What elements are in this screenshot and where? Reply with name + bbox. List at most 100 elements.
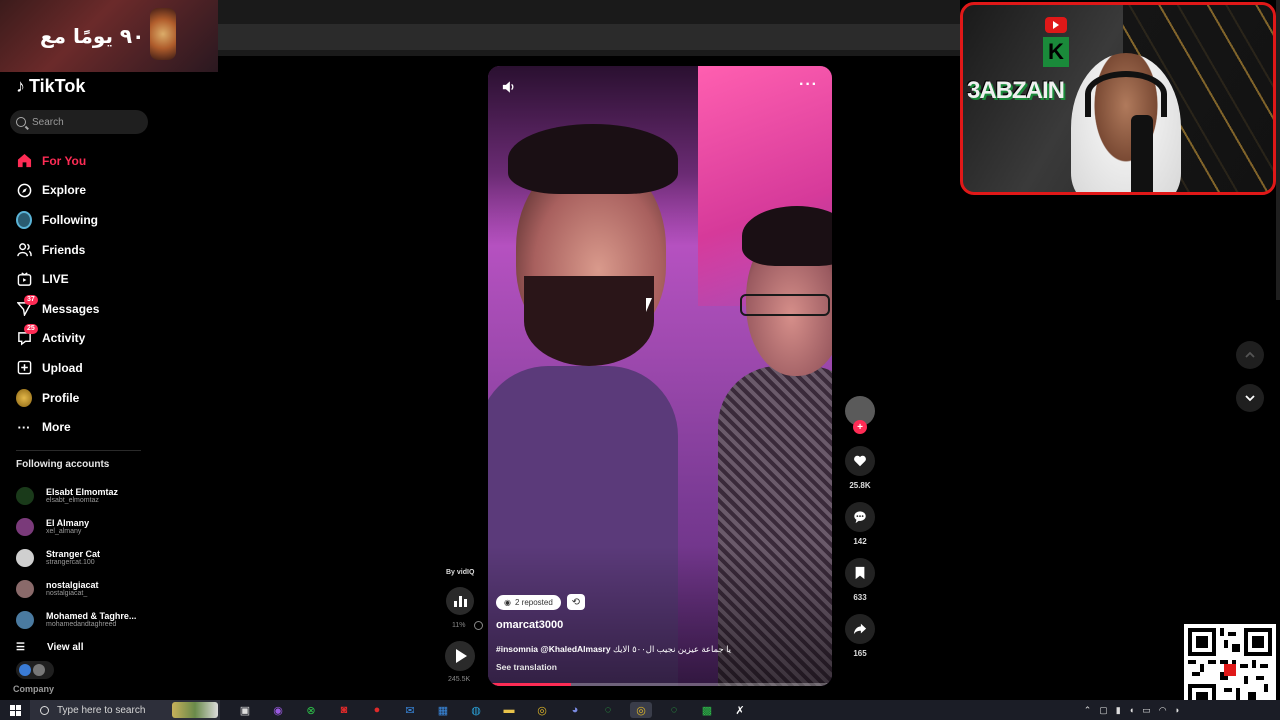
youtube-icon [1045, 17, 1067, 33]
nav-item-friends[interactable]: Friends [0, 235, 160, 265]
task-view-icon[interactable]: ▣ [234, 702, 256, 718]
wifi-icon[interactable]: ◠ [1159, 705, 1167, 716]
app-name: TikTok [29, 76, 86, 96]
mail-icon[interactable]: ✉ [399, 702, 421, 718]
footer-company-link[interactable]: Company [13, 684, 54, 694]
tiktok-logo[interactable]: ♪ TikTok [16, 76, 85, 97]
recorder-icon[interactable]: ◙ [333, 702, 355, 718]
list-item[interactable]: Elsabt Elmomtaz elsabt_elmomtaz [16, 480, 136, 511]
get-app-pill[interactable] [16, 661, 54, 679]
repost-indicator[interactable]: ◉ 2 reposted ⟲ [496, 594, 585, 610]
stream-banner: ٩٠ يومًا مع [0, 0, 218, 72]
speaker-icon[interactable]: ◗ [1175, 705, 1180, 715]
mouse-cursor-icon [646, 298, 652, 312]
next-video-button[interactable] [1236, 384, 1264, 412]
bookmark-icon[interactable] [845, 558, 875, 588]
home-icon [16, 153, 32, 169]
whatsapp-desktop-icon[interactable]: ◌ [663, 702, 685, 718]
nav-divider [16, 449, 141, 451]
list-item[interactable]: Stranger Cat strangercat.100 [16, 542, 136, 573]
page-scrollbar[interactable] [1276, 0, 1280, 300]
friends-icon [16, 242, 32, 258]
caption-tags[interactable]: #insomnia @KhaledAlmasry [496, 644, 611, 654]
file-explorer-icon[interactable]: ▬ [498, 702, 520, 718]
nav-item-following[interactable]: Following [0, 205, 160, 235]
following-accounts-list: Elsabt Elmomtaz elsabt_elmomtaz El Alman… [16, 480, 136, 635]
app-icon [19, 664, 31, 676]
nav-label: More [42, 420, 71, 435]
nav-label: Profile [42, 390, 80, 405]
video-player[interactable]: ··· ◉ 2 reposted ⟲ omarcat3000 #insomnia… [488, 66, 832, 686]
list-item[interactable]: El Almany xel_almany [16, 511, 136, 542]
following-avatar-icon [16, 210, 32, 229]
chrome-icon[interactable]: ◎ [531, 702, 553, 718]
nav-item-activity[interactable]: 25 Activity [0, 324, 160, 354]
nav-item-upload[interactable]: Upload [0, 353, 160, 383]
reposted-pill[interactable]: ◉ 2 reposted [496, 594, 561, 610]
video-progress-bar[interactable] [488, 683, 832, 686]
following-accounts-title: Following accounts [16, 459, 110, 470]
search-box[interactable] [10, 110, 148, 134]
save-action: 633 [845, 558, 875, 602]
microphone-icon[interactable]: ▮ [1116, 705, 1121, 716]
whatsapp-icon[interactable]: ◌ [597, 702, 619, 718]
windows-logo-icon [9, 704, 21, 716]
taskbar-search[interactable]: Type here to search [30, 700, 220, 720]
vidiq-views: 245.5K [448, 676, 471, 683]
messages-icon: 37 [16, 294, 38, 317]
red-app-icon[interactable]: ● [366, 702, 388, 718]
video-frame [740, 294, 830, 316]
follow-plus-icon[interactable]: + [853, 420, 867, 434]
app-purple-icon[interactable]: ◉ [267, 702, 289, 718]
repost-icon[interactable]: ⟲ [566, 594, 585, 610]
creator-avatar[interactable]: + [845, 396, 875, 434]
vidiq-stats-button[interactable] [446, 587, 474, 615]
account-name: Stranger Cat [46, 548, 101, 559]
more-options-icon[interactable]: ··· [799, 76, 818, 94]
see-translation-link[interactable]: See translation [496, 662, 557, 672]
volume-icon[interactable]: ◖ [1129, 705, 1134, 715]
play-button[interactable] [445, 641, 475, 671]
lantern-decoration [150, 8, 176, 60]
comment-icon[interactable] [845, 502, 875, 532]
webcam-overlay: K 3ABZAIN [960, 2, 1276, 195]
chrome-active-icon[interactable]: ◎ [630, 702, 652, 718]
heart-icon[interactable] [845, 446, 875, 476]
streamer-brand: 3ABZAIN [967, 77, 1065, 104]
battery-icon[interactable]: ▭ [1142, 705, 1151, 716]
xbox-icon[interactable]: ⊗ [300, 702, 322, 718]
nav-label: Upload [42, 360, 83, 375]
capcut-icon[interactable]: ✗ [729, 702, 751, 718]
taskbar-search-placeholder: Type here to search [57, 704, 146, 716]
start-button[interactable] [0, 700, 30, 720]
vidiq-percent: 11% [452, 622, 466, 629]
nav-item-for-you[interactable]: For You [0, 146, 160, 176]
network-icon[interactable]: ▢ [1099, 705, 1108, 716]
search-input[interactable] [32, 116, 142, 128]
discord-icon[interactable]: ◕ [564, 702, 586, 718]
video-frame [524, 276, 654, 366]
nav-label: Activity [42, 331, 86, 346]
chevron-up-icon[interactable]: ⌃ [1084, 705, 1092, 716]
green-app-icon[interactable]: ▩ [696, 702, 718, 718]
video-author[interactable]: omarcat3000 [496, 619, 563, 631]
nav-item-more[interactable]: ··· More [0, 412, 160, 442]
list-item[interactable]: nostalgiacat nostalgiacat_ [16, 573, 136, 604]
volume-icon[interactable] [502, 80, 516, 97]
avatar [16, 579, 34, 598]
info-icon[interactable] [474, 621, 483, 630]
view-all-link[interactable]: ☰ View all [16, 642, 83, 653]
share-icon[interactable] [845, 614, 875, 644]
nav-item-profile[interactable]: Profile [0, 383, 160, 413]
previous-video-button[interactable] [1236, 341, 1264, 369]
calendar-icon[interactable]: ▦ [432, 702, 454, 718]
nav-item-live[interactable]: LIVE [0, 264, 160, 294]
compass-icon [16, 182, 32, 198]
nav-item-messages[interactable]: 37 Messages [0, 294, 160, 324]
nav-item-explore[interactable]: Explore [0, 176, 160, 206]
main-nav: For You Explore Following Friends LIVE 3… [0, 146, 160, 451]
edge-icon[interactable]: ◍ [465, 702, 487, 718]
address-bar[interactable] [218, 24, 960, 50]
upload-icon [16, 360, 32, 376]
list-item[interactable]: Mohamed & Taghre... mohamedandtaghreed [16, 604, 136, 635]
